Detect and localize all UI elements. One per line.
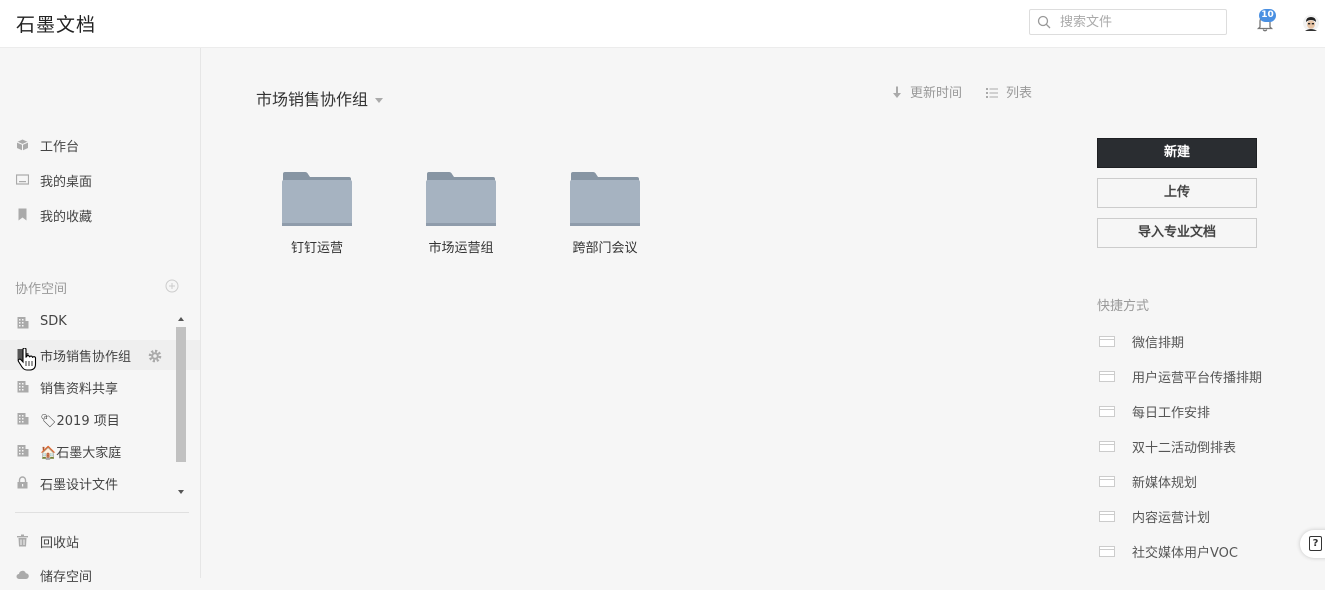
shortcut-item[interactable]: 内容运营计划 — [1097, 504, 1297, 528]
sidebar-space-marketing-sales[interactable]: 市场销售协作组 — [0, 340, 200, 370]
shortcut-label: 内容运营计划 — [1132, 511, 1211, 526]
search-icon — [1037, 15, 1051, 29]
page-title: 市场销售协作组 — [256, 90, 369, 109]
folder-item[interactable]: 跨部门会议 — [550, 170, 660, 260]
sidebar-space-sales-share[interactable]: 销售资料共享 — [0, 372, 200, 402]
spaces-section-title: 协作空间 — [15, 282, 68, 297]
spreadsheet-icon — [1099, 511, 1115, 522]
sidebar-item-label: 我的收藏 — [40, 210, 93, 225]
shortcut-label: 微信排期 — [1132, 336, 1185, 351]
help-button[interactable]: ? — [1300, 530, 1325, 558]
sidebar-item-label: 石墨设计文件 — [40, 478, 119, 493]
spreadsheet-icon — [1099, 371, 1115, 382]
space-title-dropdown[interactable]: 市场销售协作组 — [256, 86, 384, 110]
shortcut-label: 双十二活动倒排表 — [1132, 441, 1237, 456]
scroll-thumb[interactable] — [176, 327, 186, 462]
folder-item[interactable]: 钉钉运营 — [262, 170, 372, 260]
scroll-down-arrow-icon[interactable] — [177, 488, 185, 496]
folder-item[interactable]: 市场运营组 — [406, 170, 516, 260]
shortcuts-title: 快捷方式 — [1097, 299, 1150, 314]
sidebar-space-shimo-family[interactable]: 🏠石墨大家庭 — [0, 436, 200, 466]
sidebar-space-2019-project[interactable]: 🏷2019 项目 — [0, 404, 200, 434]
sort-label: 更新时间 — [910, 86, 963, 101]
sidebar-divider — [15, 512, 189, 513]
lock-icon — [17, 476, 28, 489]
search-input[interactable] — [1060, 12, 1220, 32]
sort-by-update-time[interactable]: 更新时间 — [892, 82, 962, 101]
help-icon: ? — [1309, 536, 1322, 551]
bookmark-icon — [18, 208, 27, 221]
shortcut-item[interactable]: 新媒体规划 — [1097, 469, 1297, 493]
list-icon — [986, 88, 998, 98]
shortcut-label: 用户运营平台传播排期 — [1132, 371, 1263, 386]
folder-name: 钉钉运营 — [290, 241, 343, 256]
sidebar: 工作台 我的桌面 我的收藏 协作空间 SDK 市场销售协作组 销售资料共享 🏷2… — [0, 48, 201, 585]
add-circle-icon[interactable] — [165, 279, 179, 293]
sidebar-space-design-files[interactable]: 石墨设计文件 — [0, 468, 200, 498]
import-document-button[interactable]: 导入专业文档 — [1097, 218, 1257, 248]
tag-emoji-icon: 🏷 — [40, 414, 57, 429]
new-button[interactable]: 新建 — [1097, 138, 1257, 168]
building-icon — [17, 413, 29, 425]
caret-down-icon — [375, 98, 384, 103]
sidebar-item-label: 🏷2019 项目 — [40, 414, 120, 429]
sort-down-arrow-icon — [893, 86, 901, 98]
view-mode-list[interactable]: 列表 — [986, 82, 1032, 101]
view-label: 列表 — [1006, 86, 1033, 101]
sidebar-item-label: 销售资料共享 — [40, 382, 119, 397]
spreadsheet-icon — [1099, 546, 1115, 557]
shortcut-label: 新媒体规划 — [1132, 476, 1198, 491]
sidebar-item-label: 我的桌面 — [40, 175, 93, 190]
spaces-scrollbar[interactable] — [175, 313, 187, 498]
workbench-icon — [16, 139, 29, 151]
shortcut-label: 社交媒体用户VOC — [1132, 546, 1238, 561]
sidebar-item-label: 回收站 — [40, 536, 80, 551]
upload-button[interactable]: 上传 — [1097, 178, 1257, 208]
folder-icon — [282, 172, 352, 226]
sidebar-item-label: SDK — [40, 314, 67, 329]
building-icon — [17, 317, 29, 329]
sidebar-space-sdk[interactable]: SDK — [0, 308, 200, 338]
sidebar-item-storage[interactable]: 储存空间 — [0, 560, 200, 590]
spreadsheet-icon — [1099, 441, 1115, 452]
search-box[interactable] — [1029, 9, 1227, 35]
scroll-up-arrow-icon[interactable] — [177, 315, 185, 323]
shortcut-label: 每日工作安排 — [1132, 406, 1211, 421]
sidebar-item-label: 🏠石墨大家庭 — [40, 446, 122, 461]
spreadsheet-icon — [1099, 406, 1115, 417]
building-icon — [17, 381, 29, 393]
folder-icon — [570, 172, 640, 226]
desktop-icon — [16, 174, 29, 185]
building-icon — [17, 445, 29, 457]
shortcut-item[interactable]: 用户运营平台传播排期 — [1097, 364, 1297, 388]
sidebar-item-label: 工作台 — [40, 140, 80, 155]
folder-name: 市场运营组 — [428, 241, 494, 256]
spreadsheet-icon — [1099, 476, 1115, 487]
cloud-icon — [16, 570, 29, 579]
sidebar-item-desktop[interactable]: 我的桌面 — [0, 165, 200, 195]
notification-badge: 10 — [1259, 9, 1276, 22]
shortcut-item[interactable]: 社交媒体用户VOC — [1097, 539, 1297, 563]
folder-name: 跨部门会议 — [572, 241, 638, 256]
shortcut-item[interactable]: 微信排期 — [1097, 329, 1297, 353]
app-logo[interactable]: 石墨文档 — [16, 10, 96, 37]
gear-icon[interactable] — [148, 349, 162, 363]
top-bar: 石墨文档 10 — [0, 0, 1325, 48]
sidebar-item-workbench[interactable]: 工作台 — [0, 130, 200, 160]
trash-icon — [17, 534, 28, 547]
shortcut-item[interactable]: 每日工作安排 — [1097, 399, 1297, 423]
sidebar-item-label: 储存空间 — [40, 570, 93, 585]
sidebar-item-favorites[interactable]: 我的收藏 — [0, 200, 200, 230]
sidebar-item-label: 市场销售协作组 — [40, 350, 132, 365]
house-emoji-icon: 🏠 — [40, 446, 57, 461]
sidebar-item-trash[interactable]: 回收站 — [0, 526, 200, 556]
spreadsheet-icon — [1099, 336, 1115, 347]
avatar[interactable] — [1303, 15, 1319, 31]
building-icon — [17, 349, 29, 361]
shortcut-item[interactable]: 双十二活动倒排表 — [1097, 434, 1297, 458]
folder-icon — [426, 172, 496, 226]
